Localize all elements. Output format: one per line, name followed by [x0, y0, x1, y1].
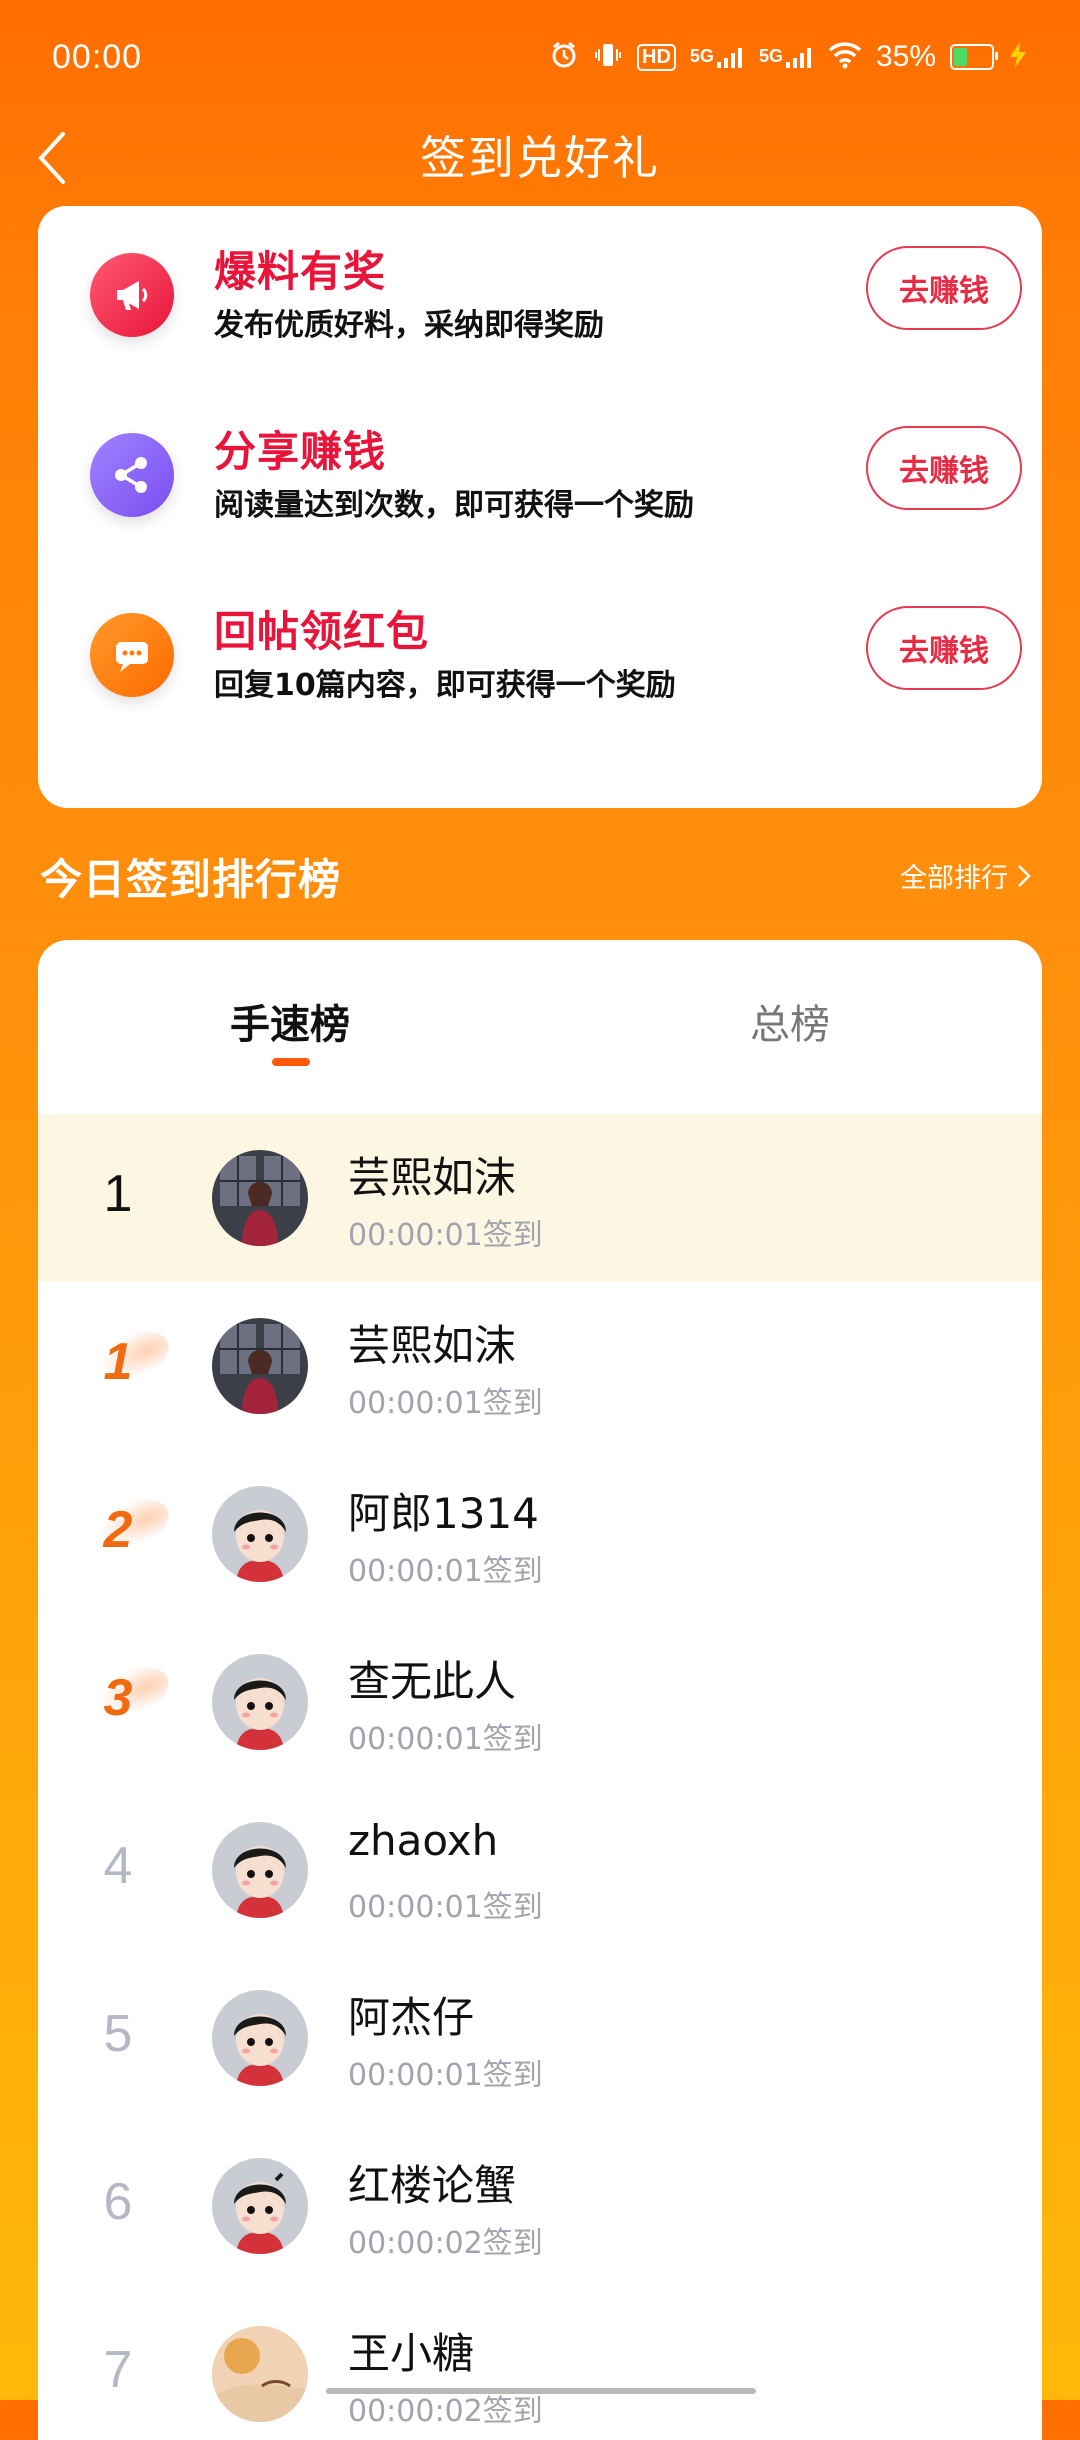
- avatar: [212, 1822, 308, 1918]
- user-name: 红楼论蟹: [348, 2161, 517, 2210]
- rank-row[interactable]: 3 查无此人 00:00:01签到: [38, 1618, 1042, 1786]
- status-bar: 00:00 HD 5G 5G 35%: [0, 0, 1080, 120]
- task-item-share: 分享赚钱 阅读量达到次数，即可获得一个奖励 去赚钱: [38, 396, 1042, 556]
- task-description: 发布优质好料，采纳即得奖励: [214, 308, 604, 343]
- rank-row[interactable]: 2 阿郎1314 00:00:01签到: [38, 1450, 1042, 1618]
- rank-number: 7: [103, 2341, 133, 2399]
- task-description: 回复10篇内容，即可获得一个奖励: [214, 668, 676, 703]
- rank-number: 1: [103, 1333, 133, 1391]
- rank-number: 1: [103, 1165, 133, 1223]
- wifi-icon: [828, 41, 862, 73]
- rank-row[interactable]: 7 玊小糖 00:00:02签到: [38, 2290, 1042, 2440]
- task-title: 爆料有奖: [214, 247, 387, 296]
- avatar: [212, 2158, 308, 2254]
- ranking-card: 手速榜 总榜 1 芸熙如沫 00:00:01签到 1 芸熙如沫 00:00:01…: [38, 940, 1042, 2440]
- earn-money-button[interactable]: 去赚钱: [866, 606, 1022, 690]
- status-icons: HD 5G 5G 35%: [549, 40, 1028, 74]
- rank-number: 3: [103, 1669, 133, 1727]
- battery-fill: [954, 48, 967, 66]
- megaphone-icon: [90, 253, 174, 337]
- page-title: 签到兑好礼: [420, 131, 660, 185]
- network-label: 5G: [689, 46, 714, 66]
- user-name: 查无此人: [348, 1657, 517, 1706]
- ranking-heading: 今日签到排行榜: [40, 855, 342, 904]
- sign-in-time: 00:00:01签到: [348, 1386, 543, 1421]
- status-time: 00:00: [52, 38, 143, 76]
- user-name: 阿杰仔: [348, 1993, 475, 2042]
- rank-row[interactable]: 5 阿杰仔 00:00:01签到: [38, 1954, 1042, 2122]
- vibrate-icon: [593, 40, 623, 74]
- rank-row[interactable]: 4 zhaoxh 00:00:01签到: [38, 1786, 1042, 1954]
- battery-percentage: 35%: [875, 40, 936, 73]
- rank-row[interactable]: 6 红楼论蟹 00:00:02签到: [38, 2122, 1042, 2290]
- user-name: 玊小糖: [348, 2329, 475, 2378]
- user-name: zhaoxh: [348, 1816, 499, 1865]
- tasks-card: 爆料有奖 发布优质好料，采纳即得奖励 去赚钱 分享赚钱 阅读量达到次数，即可获得…: [38, 206, 1042, 808]
- rank-number: 4: [103, 1837, 133, 1895]
- user-name: 阿郎1314: [348, 1489, 539, 1538]
- rank-row[interactable]: 1 芸熙如沫 00:00:01签到: [38, 1282, 1042, 1450]
- my-rank-row[interactable]: 1 芸熙如沫 00:00:01签到: [38, 1114, 1042, 1282]
- tab-total-ranking[interactable]: 总榜: [750, 992, 830, 1050]
- 5g-signal-icon: 5G: [690, 46, 745, 68]
- sign-in-time: 00:00:01签到: [348, 1722, 543, 1757]
- avatar: [212, 1990, 308, 2086]
- page-header: 签到兑好礼: [0, 110, 1080, 210]
- task-item-reply: 回帖领红包 回复10篇内容，即可获得一个奖励 去赚钱: [38, 576, 1042, 736]
- user-name: 芸熙如沫: [348, 1321, 517, 1370]
- avatar: [212, 2326, 308, 2422]
- hd-icon: HD: [637, 43, 676, 71]
- task-description: 阅读量达到次数，即可获得一个奖励: [214, 488, 694, 523]
- rank-number: 5: [103, 2005, 133, 2063]
- home-indicator[interactable]: [326, 2388, 756, 2394]
- alarm-icon: [549, 40, 579, 74]
- chat-bubble-icon: [90, 613, 174, 697]
- avatar: [212, 1654, 308, 1750]
- network-label: 5G: [758, 46, 783, 66]
- rank-number: 2: [103, 1501, 133, 1559]
- charging-icon: [1008, 41, 1028, 73]
- earn-money-button[interactable]: 去赚钱: [866, 246, 1022, 330]
- active-tab-indicator: [272, 1058, 310, 1066]
- avatar: [212, 1318, 308, 1414]
- all-ranking-label: 全部排行: [900, 863, 1008, 894]
- task-title: 分享赚钱: [214, 427, 387, 476]
- task-item-tip-off: 爆料有奖 发布优质好料，采纳即得奖励 去赚钱: [38, 216, 1042, 376]
- sign-in-time: 00:00:01签到: [348, 1218, 543, 1253]
- avatar: [212, 1150, 308, 1246]
- chevron-right-icon: [1018, 864, 1031, 887]
- sign-in-time: 00:00:01签到: [348, 1554, 543, 1589]
- earn-money-button[interactable]: 去赚钱: [866, 426, 1022, 510]
- share-icon: [90, 433, 174, 517]
- sign-in-time: 00:00:01签到: [348, 1890, 543, 1925]
- user-name: 芸熙如沫: [348, 1153, 517, 1202]
- battery-icon: [950, 44, 998, 70]
- 5g-signal-icon: 5G: [759, 46, 814, 68]
- sign-in-time: 00:00:01签到: [348, 2058, 543, 2093]
- rank-number: 6: [103, 2173, 133, 2231]
- sign-in-time: 00:00:02签到: [348, 2226, 543, 2261]
- all-ranking-link[interactable]: 全部排行: [900, 856, 1032, 895]
- avatar: [212, 1486, 308, 1582]
- tab-speed-ranking[interactable]: 手速榜: [230, 992, 350, 1050]
- task-title: 回帖领红包: [214, 607, 430, 656]
